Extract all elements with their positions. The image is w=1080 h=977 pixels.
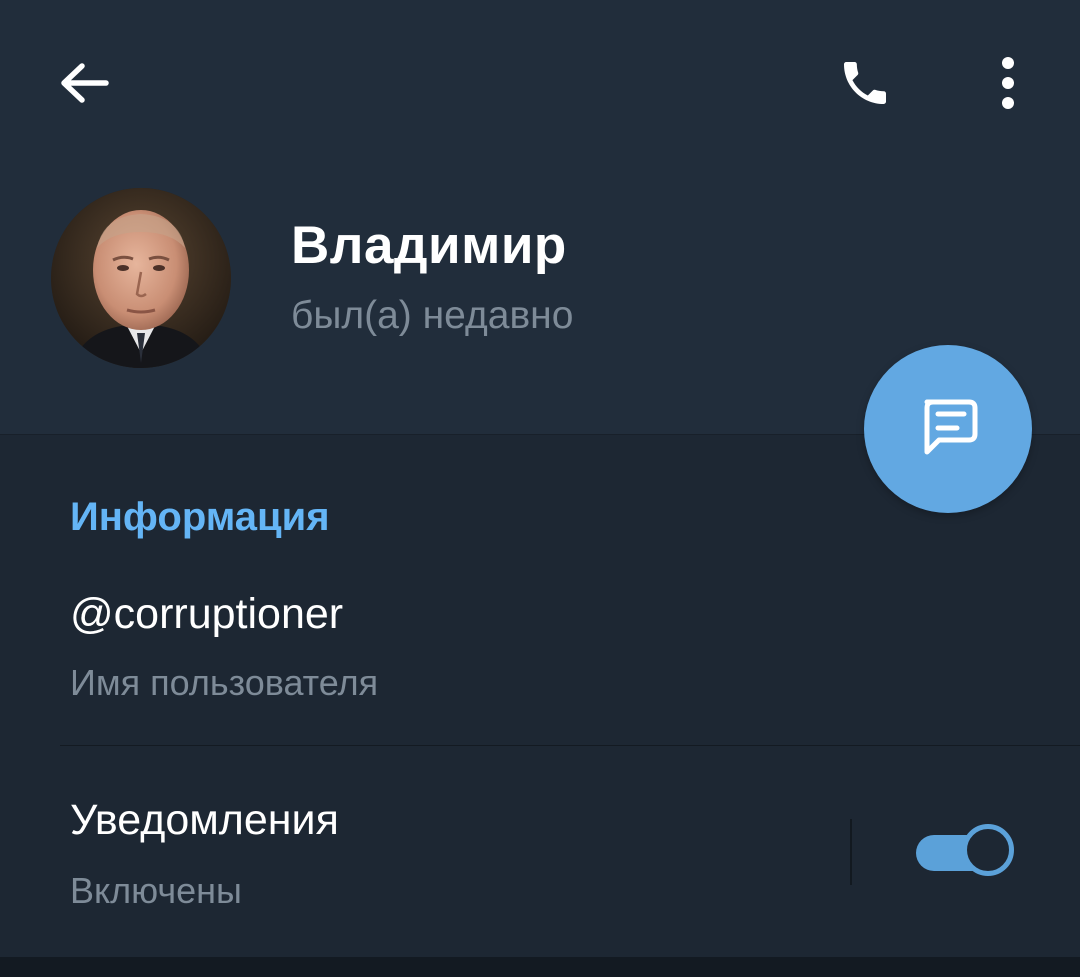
message-icon	[913, 392, 983, 467]
avatar-photo	[51, 188, 231, 368]
more-vertical-icon	[1000, 56, 1016, 114]
arrow-left-icon	[58, 61, 110, 110]
username-row[interactable]: @corruptioner Имя пользователя	[0, 570, 1080, 745]
info-section-title: Информация	[70, 495, 330, 539]
notifications-toggle[interactable]	[910, 822, 1022, 882]
vertical-separator	[850, 819, 852, 885]
avatar[interactable]	[51, 188, 231, 368]
back-button[interactable]	[38, 45, 130, 125]
notifications-title: Уведомления	[70, 796, 339, 844]
more-options-button[interactable]	[972, 45, 1044, 125]
call-button[interactable]	[820, 45, 910, 125]
username-value: @corruptioner	[70, 590, 344, 638]
username-label: Имя пользователя	[70, 662, 379, 703]
notifications-state: Включены	[70, 870, 242, 911]
phone-icon	[837, 55, 893, 116]
bottom-divider	[0, 957, 1080, 977]
toggle-thumb	[962, 824, 1014, 876]
send-message-button[interactable]	[864, 345, 1032, 513]
profile-status: был(а) недавно	[291, 294, 574, 337]
profile-screen: Владимир был(а) недавно Информация @corr…	[0, 0, 1080, 977]
profile-name: Владимир	[291, 216, 567, 275]
